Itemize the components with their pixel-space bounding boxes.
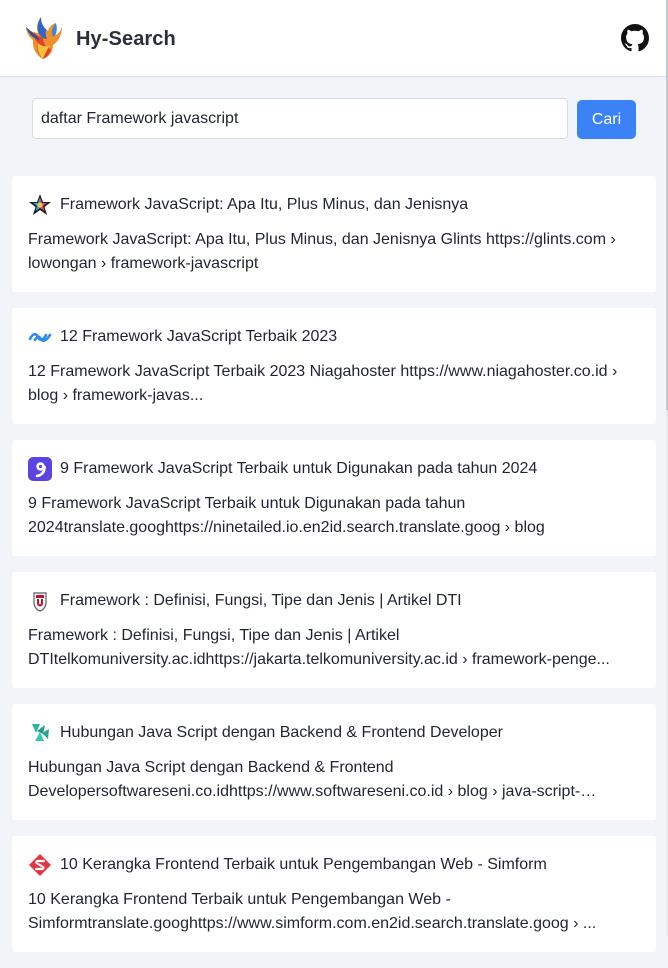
simform-favicon-icon: [28, 853, 52, 877]
result-description: Framework : Definisi, Fungsi, Tipe dan J…: [28, 627, 610, 668]
result-card[interactable]: Framework JavaScript: Apa Itu, Plus Minu…: [12, 176, 656, 292]
result-title-row: 9 Framework JavaScript Terbaik untuk Dig…: [28, 455, 640, 483]
result-description: 10 Kerangka Frontend Terbaik untuk Penge…: [28, 891, 597, 932]
result-card[interactable]: 9 Framework JavaScript Terbaik untuk Dig…: [12, 440, 656, 556]
result-title[interactable]: Framework JavaScript: Apa Itu, Plus Minu…: [60, 196, 468, 214]
ninetailed-favicon-icon: [28, 457, 52, 481]
search-button[interactable]: Cari: [577, 100, 636, 139]
result-title[interactable]: 12 Framework JavaScript Terbaik 2023: [60, 328, 337, 346]
result-card[interactable]: Hubungan Java Script dengan Backend & Fr…: [12, 704, 656, 820]
telkom-university-favicon-icon: [28, 589, 52, 613]
app-header: Hy-Search: [0, 0, 666, 77]
niagahoster-favicon-icon: [28, 325, 52, 349]
result-description: Framework JavaScript: Apa Itu, Plus Minu…: [28, 231, 616, 272]
result-title[interactable]: Hubungan Java Script dengan Backend & Fr…: [60, 724, 503, 742]
result-description: Hubungan Java Script dengan Backend & Fr…: [28, 759, 581, 800]
result-description: 9 Framework JavaScript Terbaik untuk Dig…: [28, 495, 545, 536]
result-title-row: Framework JavaScript: Apa Itu, Plus Minu…: [28, 191, 640, 219]
glints-favicon-icon: [28, 193, 52, 217]
result-title[interactable]: 10 Kerangka Frontend Terbaik untuk Penge…: [60, 856, 547, 874]
softwareseni-favicon-icon: [28, 721, 52, 745]
brand-name[interactable]: Hy-Search: [76, 28, 176, 51]
github-icon[interactable]: [621, 24, 649, 52]
result-title[interactable]: Framework : Definisi, Fungsi, Tipe dan J…: [60, 592, 462, 610]
result-title-row: 10 Kerangka Frontend Terbaik untuk Penge…: [28, 851, 640, 879]
result-title-row: 12 Framework JavaScript Terbaik 2023: [28, 323, 640, 351]
result-card[interactable]: 10 Kerangka Frontend Terbaik untuk Penge…: [12, 836, 656, 952]
result-card[interactable]: Framework : Definisi, Fungsi, Tipe dan J…: [12, 572, 656, 688]
result-title[interactable]: 9 Framework JavaScript Terbaik untuk Dig…: [60, 460, 537, 478]
result-title-row: Hubungan Java Script dengan Backend & Fr…: [28, 719, 640, 747]
result-title-row: Framework : Definisi, Fungsi, Tipe dan J…: [28, 587, 640, 615]
result-description: 12 Framework JavaScript Terbaik 2023 Nia…: [28, 363, 618, 404]
results-list: Framework JavaScript: Apa Itu, Plus Minu…: [12, 176, 656, 968]
result-card[interactable]: 12 Framework JavaScript Terbaik 2023 12 …: [12, 308, 656, 424]
phoenix-logo-icon[interactable]: [23, 15, 63, 61]
search-input[interactable]: [32, 98, 568, 139]
